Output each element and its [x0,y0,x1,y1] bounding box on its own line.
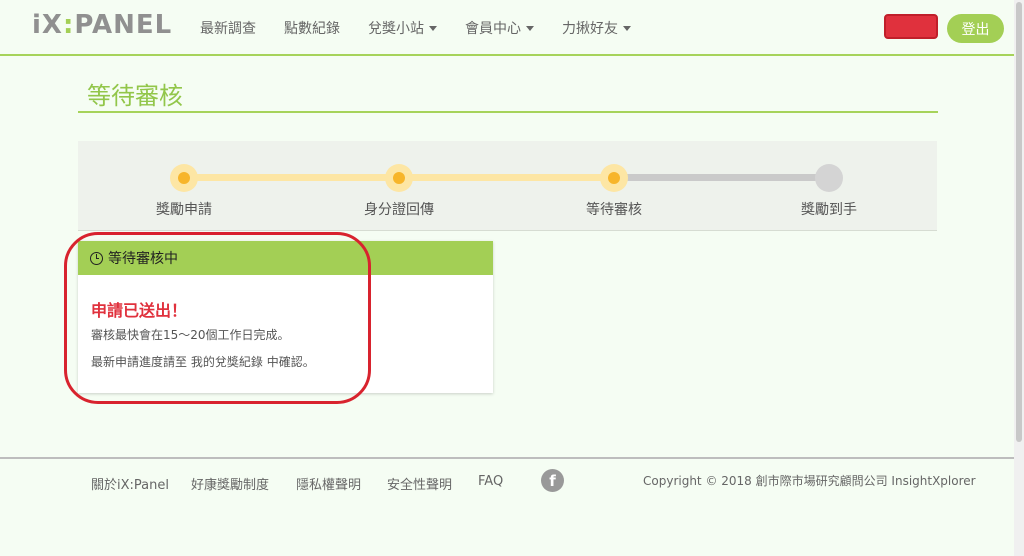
footer-link-rewards[interactable]: 好康獎勵制度 [191,474,269,493]
step-dot-id-upload [385,164,413,192]
highlight-annotation [64,232,371,404]
nav-points-record[interactable]: 點數紀錄 [284,18,340,38]
step-label-received: 獎勵到手 [801,202,857,218]
page-title: 等待審核 [87,82,183,110]
main-nav: 最新調查 點數紀錄 兌獎小站 會員中心 力揪好友 [200,18,659,38]
chevron-down-icon [623,25,631,31]
nav-member-center[interactable]: 會員中心 [465,18,534,38]
site-logo[interactable]: iX:PANEL [32,10,172,40]
copyright-text: Copyright © 2018 創市際市場研究顧問公司 InsightXplo… [643,474,976,488]
title-divider [78,111,938,113]
footer-link-security[interactable]: 安全性聲明 [387,474,452,493]
step-dot-review [600,164,628,192]
step-dot-received [815,164,843,192]
chevron-down-icon [429,25,437,31]
chevron-down-icon [526,25,534,31]
nav-invite-friends[interactable]: 力揪好友 [562,18,631,38]
step-label-apply: 獎勵申請 [156,202,212,218]
redacted-user-button[interactable] [884,14,938,39]
footer-link-faq[interactable]: FAQ [478,474,503,489]
step-dot-apply [170,164,198,192]
nav-redeem-station[interactable]: 兌獎小站 [368,18,437,38]
footer-link-privacy[interactable]: 隱私權聲明 [296,474,361,493]
facebook-icon[interactable]: f [541,469,564,492]
step-label-review: 等待審核 [586,202,642,218]
progress-track-remaining [614,174,829,181]
step-label-id-upload: 身分證回傳 [364,202,434,218]
footer-divider [0,457,1014,459]
logout-button[interactable]: 登出 [947,14,1004,43]
footer-link-about[interactable]: 關於iX:Panel [91,474,169,493]
scrollbar-thumb[interactable] [1016,2,1022,442]
nav-latest-surveys[interactable]: 最新調查 [200,18,256,38]
